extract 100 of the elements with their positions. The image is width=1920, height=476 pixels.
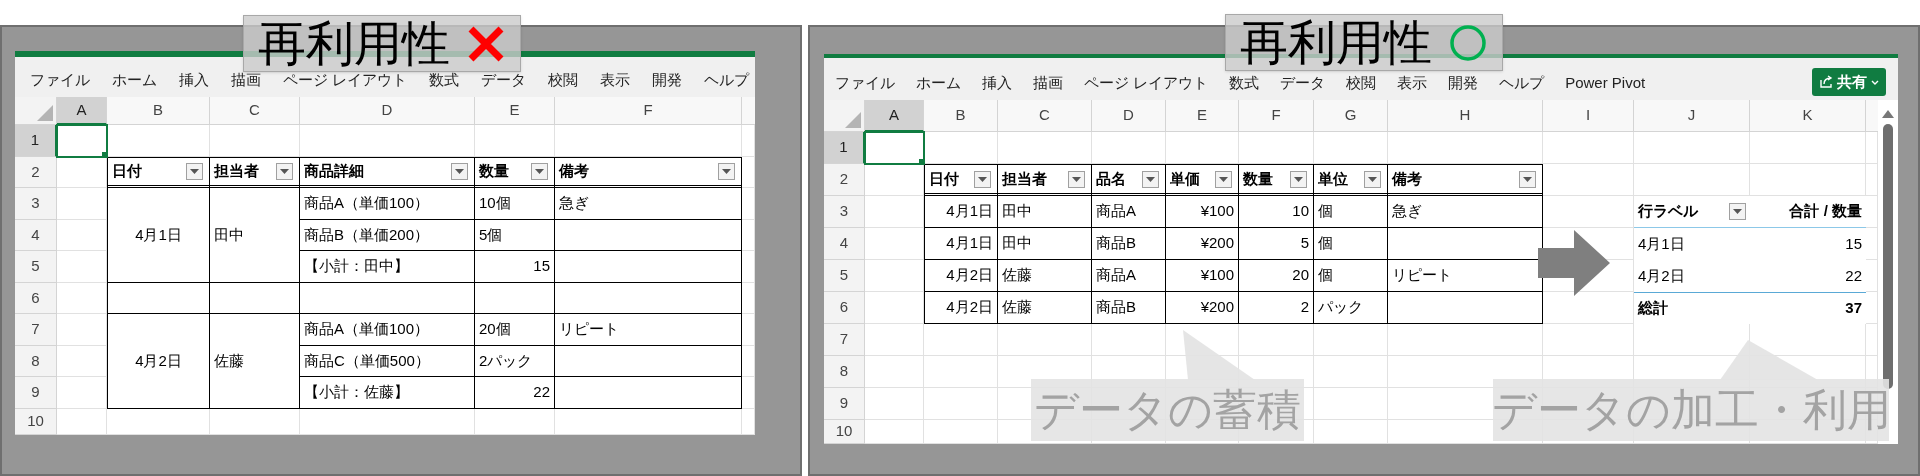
caret-down-icon <box>1733 209 1742 214</box>
filter-button[interactable] <box>186 162 203 180</box>
filter-button[interactable] <box>718 162 735 180</box>
filter-button[interactable] <box>1142 170 1159 188</box>
caret-down-icon <box>1146 176 1155 182</box>
menu-tab[interactable]: 校閲 <box>1346 71 1377 94</box>
filter-button[interactable] <box>531 162 548 180</box>
menu-tab[interactable]: ヘルプ <box>1499 71 1545 94</box>
header-label: 品名 <box>1096 168 1126 189</box>
row-header[interactable]: 4 <box>824 228 865 260</box>
filter-button[interactable] <box>451 162 468 180</box>
table-cell: 商品B <box>1092 228 1166 260</box>
menu-tab[interactable]: ファイル <box>835 71 895 94</box>
column-header[interactable]: C <box>210 97 300 125</box>
menu-tab[interactable]: 挿入 <box>982 71 1012 94</box>
table-cell: ¥200 <box>1166 292 1239 324</box>
column-header[interactable]: A <box>865 100 924 132</box>
column-header[interactable]: B <box>107 97 210 125</box>
filter-button[interactable] <box>1068 170 1085 188</box>
row-header[interactable]: 7 <box>15 314 57 346</box>
menu-tab[interactable]: ヘルプ <box>704 68 750 91</box>
filter-button[interactable] <box>1290 170 1307 188</box>
table-cell: 10 <box>1239 196 1314 228</box>
menu-tab[interactable]: 校閲 <box>548 68 579 91</box>
menu-tab[interactable]: 描画 <box>1033 71 1063 94</box>
row-header[interactable]: 1 <box>15 125 57 157</box>
right-arrow <box>1538 230 1610 296</box>
table-cell: 田中 <box>998 228 1092 260</box>
column-header[interactable]: J <box>1634 100 1750 132</box>
row-header[interactable]: 10 <box>15 408 57 435</box>
table-cell: 急ぎ <box>555 188 742 220</box>
column-header[interactable]: I <box>1543 100 1634 132</box>
column-header[interactable]: C <box>998 100 1092 132</box>
table-cell: 急ぎ <box>1388 196 1543 228</box>
menu-tab[interactable]: 表示 <box>1397 71 1428 94</box>
menu-tab[interactable]: ホーム <box>112 68 157 91</box>
row-header[interactable]: 2 <box>824 164 865 196</box>
filter-button[interactable] <box>974 170 991 188</box>
menu-tab[interactable]: 開発 <box>652 68 683 91</box>
share-button[interactable]: 共有 <box>1812 68 1886 96</box>
column-header[interactable]: K <box>1750 100 1866 132</box>
filter-button[interactable] <box>1729 203 1746 220</box>
menu-tab[interactable]: 数式 <box>429 68 460 91</box>
filter-button[interactable] <box>1215 170 1232 188</box>
column-header[interactable]: E <box>475 97 555 125</box>
table-cell: 佐藤 <box>998 292 1092 324</box>
menu-tab[interactable]: ファイル <box>30 68 90 91</box>
row-header[interactable]: 3 <box>824 196 865 228</box>
row-header[interactable]: 9 <box>824 388 865 420</box>
column-header[interactable]: H <box>1388 100 1543 132</box>
column-header[interactable]: E <box>1166 100 1239 132</box>
row-header[interactable]: 5 <box>15 251 57 283</box>
menu-tab[interactable]: 挿入 <box>179 68 209 91</box>
menu-tab[interactable]: 開発 <box>1448 71 1479 94</box>
menu-tab[interactable]: ホーム <box>916 71 961 94</box>
column-header[interactable]: A <box>57 97 107 125</box>
column-header[interactable]: F <box>1239 100 1314 132</box>
table-cell: 4月1日 <box>924 196 998 228</box>
row-header[interactable]: 5 <box>824 260 865 292</box>
filter-button[interactable] <box>1519 170 1536 188</box>
row-header[interactable]: 10 <box>824 420 865 444</box>
column-header[interactable]: G <box>1314 100 1388 132</box>
table-cell: 商品A <box>1092 196 1166 228</box>
filter-button[interactable] <box>1364 170 1381 188</box>
row-header[interactable]: 6 <box>824 292 865 324</box>
header-label: 商品詳細 <box>304 161 364 181</box>
menu-tab[interactable]: 数式 <box>1229 71 1260 94</box>
row-header[interactable]: 8 <box>15 345 57 377</box>
table-cell: 4月2日 <box>1634 260 1750 292</box>
menu-tab[interactable]: 表示 <box>600 68 631 91</box>
table-cell: 個 <box>1314 228 1388 260</box>
row-header[interactable]: 2 <box>15 156 57 188</box>
table-cell: 2 <box>1239 292 1314 324</box>
scrollbar-thumb[interactable] <box>1883 124 1893 389</box>
row-header[interactable]: 1 <box>824 132 865 164</box>
caret-down-icon <box>1523 176 1532 182</box>
table-cell: 田中 <box>998 196 1092 228</box>
menu-tab[interactable]: データ <box>481 68 527 91</box>
header-label: 数量 <box>479 161 509 181</box>
table-cell: 4月1日 <box>1634 228 1750 260</box>
row-header[interactable]: 8 <box>824 356 865 388</box>
menu-tab[interactable]: ページ レイアウト <box>283 68 408 91</box>
caret-down-icon <box>1368 176 1377 182</box>
menu-tab[interactable]: Power Pivot <box>1565 71 1646 94</box>
menu-tab[interactable]: データ <box>1280 71 1326 94</box>
menu-tab[interactable]: 描画 <box>231 68 261 91</box>
table-cell: ¥200 <box>1166 228 1239 260</box>
column-header[interactable]: D <box>300 97 475 125</box>
column-header[interactable]: B <box>924 100 998 132</box>
row-header[interactable]: 3 <box>15 188 57 220</box>
row-header[interactable]: 4 <box>15 219 57 251</box>
filter-button[interactable] <box>276 162 293 180</box>
header-label: 備考 <box>1392 168 1422 189</box>
menu-tab[interactable]: ページ レイアウト <box>1084 71 1209 94</box>
column-header[interactable]: F <box>555 97 742 125</box>
column-header[interactable]: D <box>1092 100 1166 132</box>
row-header[interactable]: 7 <box>824 324 865 356</box>
row-header[interactable]: 9 <box>15 377 57 409</box>
header-label: 数量 <box>1243 168 1273 189</box>
row-header[interactable]: 6 <box>15 282 57 314</box>
